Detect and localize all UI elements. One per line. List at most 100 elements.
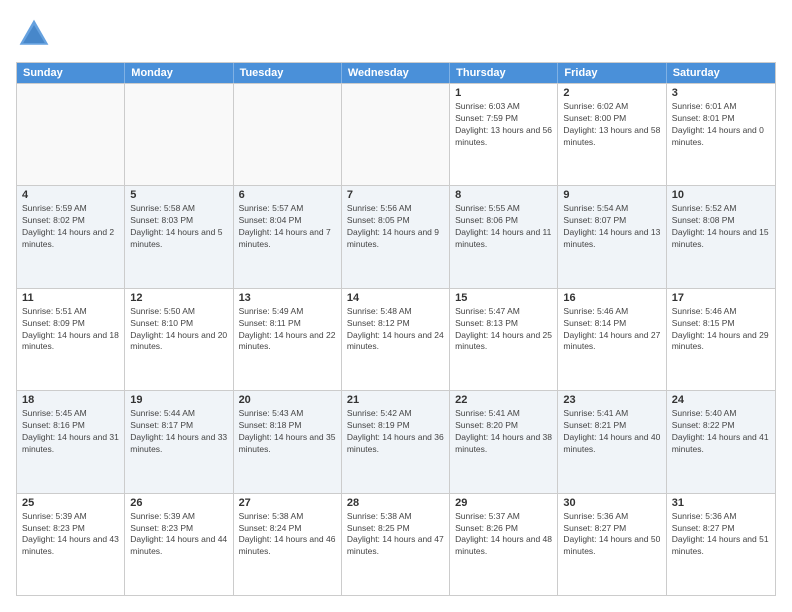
- day-info: Sunrise: 5:36 AMSunset: 8:27 PMDaylight:…: [563, 511, 660, 559]
- calendar-cell: 17 Sunrise: 5:46 AMSunset: 8:15 PMDayligh…: [667, 289, 775, 390]
- day-number: 14: [347, 292, 444, 304]
- day-info: Sunrise: 5:48 AMSunset: 8:12 PMDaylight:…: [347, 306, 444, 354]
- day-info: Sunrise: 5:39 AMSunset: 8:23 PMDaylight:…: [22, 511, 119, 559]
- day-number: 21: [347, 394, 444, 406]
- day-info: Sunrise: 5:56 AMSunset: 8:05 PMDaylight:…: [347, 203, 444, 251]
- calendar-cell: 4 Sunrise: 5:59 AMSunset: 8:02 PMDaylight…: [17, 186, 125, 287]
- day-number: 9: [563, 189, 660, 201]
- calendar-cell: 27Sunrise: 5:38 AMSunset: 8:24 PMDayligh…: [234, 494, 342, 595]
- header: [16, 16, 776, 52]
- day-info: Sunrise: 5:40 AMSunset: 8:22 PMDaylight:…: [672, 408, 770, 456]
- day-info: Sunrise: 6:03 AMSunset: 7:59 PMDaylight:…: [455, 101, 552, 149]
- day-info: Sunrise: 5:36 AMSunset: 8:27 PMDaylight:…: [672, 511, 770, 559]
- day-number: 18: [22, 394, 119, 406]
- calendar-cell: 26 Sunrise: 5:39 AMSunset: 8:23 PMDayligh…: [125, 494, 233, 595]
- day-number: 31: [672, 497, 770, 509]
- calendar-cell: 9 Sunrise: 5:54 AMSunset: 8:07 PMDaylight…: [558, 186, 666, 287]
- calendar-cell: 3 Sunrise: 6:01 AMSunset: 8:01 PMDaylight…: [667, 84, 775, 185]
- day-info: Sunrise: 5:45 AMSunset: 8:16 PMDaylight:…: [22, 408, 119, 456]
- day-info: Sunrise: 5:57 AMSunset: 8:04 PMDaylight:…: [239, 203, 336, 251]
- day-info: Sunrise: 5:59 AMSunset: 8:02 PMDaylight:…: [22, 203, 119, 251]
- calendar-header-cell: Sunday: [17, 63, 125, 83]
- calendar-header-cell: Friday: [558, 63, 666, 83]
- calendar-header: SundayMondayTuesdayWednesdayThursdayFrid…: [17, 63, 775, 83]
- calendar-row: 18 Sunrise: 5:45 AMSunset: 8:16 PMDayligh…: [17, 390, 775, 492]
- calendar-cell: 6 Sunrise: 5:57 AMSunset: 8:04 PMDaylight…: [234, 186, 342, 287]
- day-number: 28: [347, 497, 444, 509]
- day-number: 7: [347, 189, 444, 201]
- day-info: Sunrise: 5:37 AMSunset: 8:26 PMDaylight:…: [455, 511, 552, 559]
- day-info: Sunrise: 5:38 AMSunset: 8:25 PMDaylight:…: [347, 511, 444, 559]
- calendar-row: 1 Sunrise: 6:03 AMSunset: 7:59 PMDaylight…: [17, 83, 775, 185]
- calendar-cell: 19 Sunrise: 5:44 AMSunset: 8:17 PMDayligh…: [125, 391, 233, 492]
- calendar-cell: 24 Sunrise: 5:40 AMSunset: 8:22 PMDayligh…: [667, 391, 775, 492]
- calendar-header-cell: Saturday: [667, 63, 775, 83]
- calendar-row: 25 Sunrise: 5:39 AMSunset: 8:23 PMDayligh…: [17, 493, 775, 595]
- day-number: 3: [672, 87, 770, 99]
- day-number: 11: [22, 292, 119, 304]
- calendar-cell: 5Sunrise: 5:58 AMSunset: 8:03 PMDaylight…: [125, 186, 233, 287]
- calendar-cell: 29 Sunrise: 5:37 AMSunset: 8:26 PMDayligh…: [450, 494, 558, 595]
- calendar-header-cell: Tuesday: [234, 63, 342, 83]
- calendar-cell: [17, 84, 125, 185]
- day-info: Sunrise: 6:01 AMSunset: 8:01 PMDaylight:…: [672, 101, 770, 149]
- day-info: Sunrise: 5:55 AMSunset: 8:06 PMDaylight:…: [455, 203, 552, 251]
- page: SundayMondayTuesdayWednesdayThursdayFrid…: [0, 0, 792, 612]
- day-number: 4: [22, 189, 119, 201]
- day-number: 6: [239, 189, 336, 201]
- logo-icon: [16, 16, 52, 52]
- day-info: Sunrise: 5:47 AMSunset: 8:13 PMDaylight:…: [455, 306, 552, 354]
- day-number: 5: [130, 189, 227, 201]
- day-info: Sunrise: 5:52 AMSunset: 8:08 PMDaylight:…: [672, 203, 770, 251]
- day-number: 23: [563, 394, 660, 406]
- day-number: 25: [22, 497, 119, 509]
- day-info: Sunrise: 5:46 AMSunset: 8:14 PMDaylight:…: [563, 306, 660, 354]
- calendar-cell: 10 Sunrise: 5:52 AMSunset: 8:08 PMDayligh…: [667, 186, 775, 287]
- calendar-header-cell: Wednesday: [342, 63, 450, 83]
- calendar-cell: 21 Sunrise: 5:42 AMSunset: 8:19 PMDayligh…: [342, 391, 450, 492]
- day-number: 15: [455, 292, 552, 304]
- day-number: 17: [672, 292, 770, 304]
- calendar-cell: 30 Sunrise: 5:36 AMSunset: 8:27 PMDayligh…: [558, 494, 666, 595]
- day-info: Sunrise: 5:41 AMSunset: 8:20 PMDaylight:…: [455, 408, 552, 456]
- calendar-cell: 31 Sunrise: 5:36 AMSunset: 8:27 PMDayligh…: [667, 494, 775, 595]
- calendar-cell: 23 Sunrise: 5:41 AMSunset: 8:21 PMDayligh…: [558, 391, 666, 492]
- day-info: Sunrise: 5:46 AMSunset: 8:15 PMDaylight:…: [672, 306, 770, 354]
- calendar-cell: [342, 84, 450, 185]
- day-number: 1: [455, 87, 552, 99]
- calendar-cell: 12 Sunrise: 5:50 AMSunset: 8:10 PMDayligh…: [125, 289, 233, 390]
- calendar-cell: 25 Sunrise: 5:39 AMSunset: 8:23 PMDayligh…: [17, 494, 125, 595]
- day-number: 26: [130, 497, 227, 509]
- day-number: 20: [239, 394, 336, 406]
- calendar-cell: 28 Sunrise: 5:38 AMSunset: 8:25 PMDayligh…: [342, 494, 450, 595]
- day-number: 13: [239, 292, 336, 304]
- calendar-cell: 8 Sunrise: 5:55 AMSunset: 8:06 PMDaylight…: [450, 186, 558, 287]
- calendar-cell: 1 Sunrise: 6:03 AMSunset: 7:59 PMDaylight…: [450, 84, 558, 185]
- day-info: Sunrise: 5:49 AMSunset: 8:11 PMDaylight:…: [239, 306, 336, 354]
- day-number: 12: [130, 292, 227, 304]
- day-info: Sunrise: 5:39 AMSunset: 8:23 PMDaylight:…: [130, 511, 227, 559]
- day-info: Sunrise: 5:41 AMSunset: 8:21 PMDaylight:…: [563, 408, 660, 456]
- day-info: Sunrise: 5:54 AMSunset: 8:07 PMDaylight:…: [563, 203, 660, 251]
- day-info: Sunrise: 5:44 AMSunset: 8:17 PMDaylight:…: [130, 408, 227, 456]
- day-number: 24: [672, 394, 770, 406]
- calendar-body: 1 Sunrise: 6:03 AMSunset: 7:59 PMDaylight…: [17, 83, 775, 595]
- day-number: 2: [563, 87, 660, 99]
- calendar-cell: 2 Sunrise: 6:02 AMSunset: 8:00 PMDaylight…: [558, 84, 666, 185]
- day-info: Sunrise: 5:42 AMSunset: 8:19 PMDaylight:…: [347, 408, 444, 456]
- calendar-cell: 7 Sunrise: 5:56 AMSunset: 8:05 PMDaylight…: [342, 186, 450, 287]
- calendar-cell: 20Sunrise: 5:43 AMSunset: 8:18 PMDayligh…: [234, 391, 342, 492]
- calendar-cell: 22Sunrise: 5:41 AMSunset: 8:20 PMDayligh…: [450, 391, 558, 492]
- day-number: 29: [455, 497, 552, 509]
- logo: [16, 16, 56, 52]
- calendar-cell: [234, 84, 342, 185]
- day-info: Sunrise: 5:50 AMSunset: 8:10 PMDaylight:…: [130, 306, 227, 354]
- calendar-cell: 14 Sunrise: 5:48 AMSunset: 8:12 PMDayligh…: [342, 289, 450, 390]
- day-number: 8: [455, 189, 552, 201]
- day-number: 30: [563, 497, 660, 509]
- day-number: 19: [130, 394, 227, 406]
- day-number: 10: [672, 189, 770, 201]
- day-info: Sunrise: 6:02 AMSunset: 8:00 PMDaylight:…: [563, 101, 660, 149]
- calendar-cell: 16Sunrise: 5:46 AMSunset: 8:14 PMDayligh…: [558, 289, 666, 390]
- calendar-row: 11Sunrise: 5:51 AMSunset: 8:09 PMDayligh…: [17, 288, 775, 390]
